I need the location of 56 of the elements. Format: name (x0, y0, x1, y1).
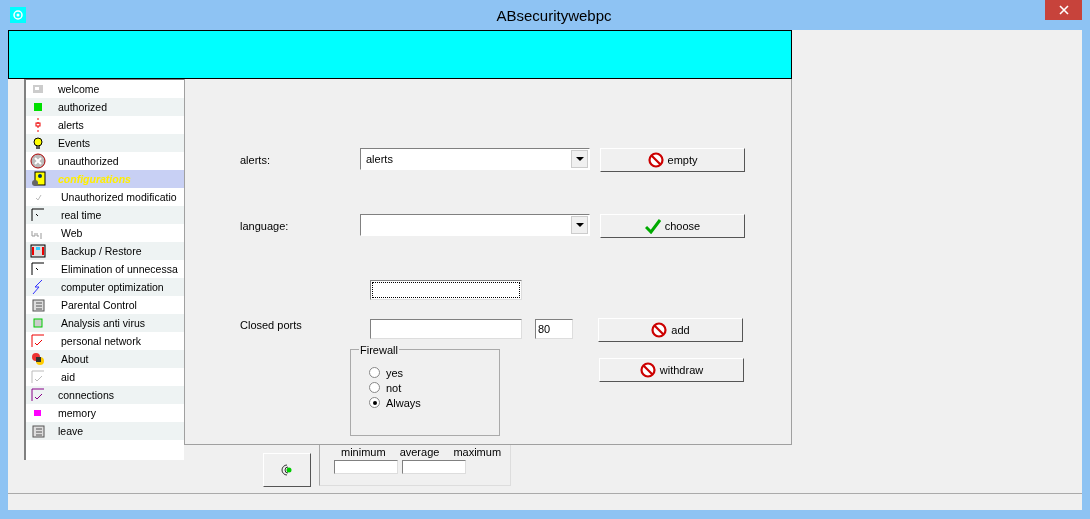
empty-button[interactable]: empty (600, 148, 745, 172)
choose-button[interactable]: choose (600, 214, 745, 238)
sidebar-item[interactable]: Backup / Restore (26, 242, 184, 260)
language-label: language: (240, 219, 290, 232)
radio-option[interactable]: yes (369, 365, 499, 380)
sidebar-item[interactable]: memory (26, 404, 184, 422)
close-button[interactable] (1045, 0, 1082, 20)
close-icon (1058, 5, 1069, 15)
sidebar-item[interactable]: Parental Control (26, 296, 184, 314)
radar-button[interactable] (263, 453, 311, 487)
checkmark-icon (644, 218, 661, 234)
stat-field[interactable] (334, 460, 398, 474)
language-dropdown[interactable] (360, 214, 590, 236)
sidebar-item[interactable]: personal network (26, 332, 184, 350)
bulb-icon (30, 135, 46, 151)
port-number-field[interactable]: 80 (535, 319, 573, 339)
sidebar-item[interactable]: About (26, 350, 184, 368)
alerts-dropdown[interactable]: alerts (360, 148, 590, 170)
no-entry-icon (639, 362, 656, 378)
no-entry-icon (651, 322, 668, 338)
backup-icon (30, 243, 46, 259)
radio-option[interactable]: Always (369, 395, 499, 410)
sidebar-item[interactable]: aid (26, 368, 184, 386)
dropdown-arrow-icon (575, 157, 584, 161)
list-icon (30, 423, 46, 439)
text-field[interactable] (370, 280, 522, 300)
sidebar-item[interactable]: Analysis anti virus (26, 314, 184, 332)
add-button[interactable]: add (598, 318, 743, 342)
sidebar-item[interactable]: unauthorized (26, 152, 184, 170)
window-title: ABsecuritywebpc (495, 6, 613, 24)
stat-label: minimum (341, 446, 386, 458)
sidebar-item[interactable]: connections (26, 386, 184, 404)
sidebar-item[interactable]: alerts (26, 116, 184, 134)
sidebar-item[interactable]: leave (26, 422, 184, 440)
port-name-field[interactable] (370, 319, 522, 339)
stat-field[interactable] (402, 460, 466, 474)
sidebar-item[interactable]: authorized (26, 98, 184, 116)
stat-label: maximum (453, 446, 502, 458)
dropdown-arrow-icon (575, 223, 584, 227)
sidebar-item[interactable]: welcome (26, 80, 184, 98)
sidebar-item[interactable]: Events (26, 134, 184, 152)
sidebar-item[interactable]: computer optimization (26, 278, 184, 296)
closed-ports-label: Closed ports (240, 319, 303, 331)
sidebar-item[interactable]: real time (26, 206, 184, 224)
sidebar-item[interactable]: Unauthorized modificatio (26, 188, 184, 206)
radio-option[interactable]: not (369, 380, 499, 395)
list-icon (30, 297, 46, 313)
group-title: Firewall (359, 344, 399, 356)
app-icon (10, 7, 26, 23)
no-entry-icon (647, 152, 664, 168)
sidebar-item[interactable]: Elimination of unnecessa (26, 260, 184, 278)
withdraw-button[interactable]: withdraw (599, 358, 744, 382)
stat-label: average (399, 446, 440, 458)
alerts-label: alerts: (240, 153, 271, 166)
sidebar-item[interactable]: Web (26, 224, 184, 242)
radar-icon (281, 464, 293, 476)
